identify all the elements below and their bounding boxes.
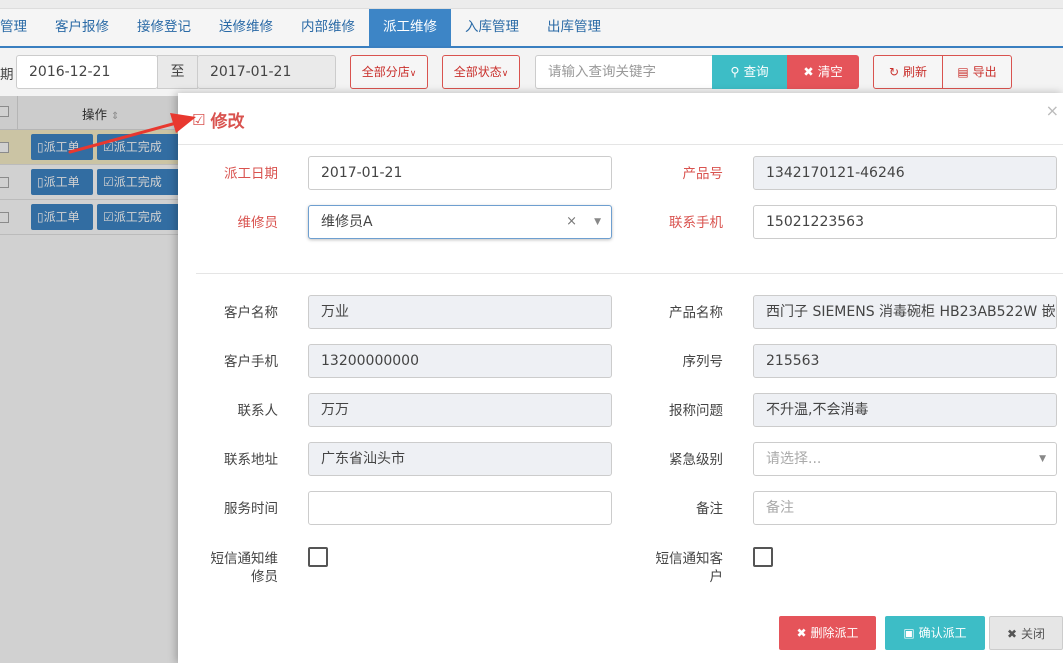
tab-management[interactable]: 管理 <box>0 9 41 46</box>
sms-technician-checkbox[interactable] <box>308 547 328 567</box>
serial-no-field: 215563 <box>753 344 1057 378</box>
branch-select[interactable]: 全部分店∨ <box>350 55 428 89</box>
sms-technician-label-line1: 短信通知维 <box>210 551 279 567</box>
close-icon: ✖ <box>796 626 807 640</box>
chevron-down-icon: ∨ <box>409 69 417 79</box>
tab-repair-registration[interactable]: 接修登记 <box>123 9 205 46</box>
dispatch-date-label: 派工日期 <box>224 166 278 182</box>
dispatch-date-input[interactable]: 2017-01-21 <box>308 156 612 190</box>
address-label: 联系地址 <box>224 452 278 468</box>
urgency-label: 紧急级别 <box>669 452 723 468</box>
close-modal-label: 关闭 <box>1020 627 1045 641</box>
start-date-input[interactable]: 2016-12-21 <box>16 55 158 89</box>
refresh-button[interactable]: ↻ 刷新 <box>873 55 943 89</box>
modal-backdrop[interactable] <box>0 96 180 663</box>
edit-dispatch-modal: ☑ 修改 × 派工日期 2017-01-21 产品号 1342170121-46… <box>178 93 1063 663</box>
customer-name-field: 万业 <box>308 295 612 329</box>
tab-send-repair[interactable]: 送修维修 <box>205 9 287 46</box>
contact-person-field: 万万 <box>308 393 612 427</box>
remarks-label: 备注 <box>696 501 723 517</box>
query-button[interactable]: ⚲ 查询 <box>712 55 787 89</box>
sms-customer-label-line1: 短信通知客 <box>655 551 724 567</box>
tab-dispatch-repair[interactable]: 派工维修 <box>369 9 451 46</box>
dropdown-arrow-icon[interactable]: ▼ <box>594 206 601 238</box>
tab-inbound[interactable]: 入库管理 <box>451 9 533 46</box>
export-label: 导出 <box>972 65 997 79</box>
chevron-down-icon: ∨ <box>501 69 509 79</box>
close-icon: ✖ <box>803 64 814 79</box>
urgency-placeholder: 请选择... <box>766 451 822 467</box>
dropdown-arrow-icon: ▼ <box>1039 454 1046 464</box>
customer-phone-label: 客户手机 <box>224 354 278 370</box>
main-nav-tabs: 管理 客户报修 接修登记 送修维修 内部维修 派工维修 入库管理 出库管理 <box>0 9 1063 48</box>
close-icon[interactable]: × <box>1046 101 1059 120</box>
clear-button[interactable]: ✖ 清空 <box>787 55 859 89</box>
address-field: 广东省汕头市 <box>308 442 612 476</box>
tab-customer-repair[interactable]: 客户报修 <box>41 9 123 46</box>
refresh-label: 刷新 <box>902 65 927 79</box>
export-icon: ▤ <box>957 65 969 79</box>
status-select-label: 全部状态 <box>453 65 502 79</box>
product-no-field: 1342170121-46246 <box>753 156 1057 190</box>
export-button[interactable]: ▤ 导出 <box>942 55 1012 89</box>
modal-title: ☑ 修改 <box>192 107 245 133</box>
end-date-input[interactable]: 2017-01-21 <box>197 55 336 89</box>
contact-phone-input[interactable]: 15021223563 <box>753 205 1057 239</box>
product-name-label: 产品名称 <box>669 305 723 321</box>
delete-dispatch-label: 删除派工 <box>810 626 859 640</box>
sms-technician-label-line2: 修员 <box>251 569 278 585</box>
clear-selection-icon[interactable]: × <box>566 206 577 238</box>
branch-select-label: 全部分店 <box>361 65 410 79</box>
contact-person-label: 联系人 <box>237 403 279 419</box>
search-icon: ⚲ <box>730 64 740 79</box>
status-select[interactable]: 全部状态∨ <box>442 55 520 89</box>
customer-name-label: 客户名称 <box>224 305 278 321</box>
sms-customer-label-line2: 户 <box>709 569 724 585</box>
sms-customer-label: 短信通知客 户 <box>623 550 724 586</box>
close-icon: ✖ <box>1007 627 1018 641</box>
serial-no-label: 序列号 <box>682 354 724 370</box>
confirm-dispatch-button[interactable]: ▣ 确认派工 <box>885 616 985 650</box>
delete-dispatch-button[interactable]: ✖ 删除派工 <box>779 616 876 650</box>
refresh-icon: ↻ <box>889 65 900 79</box>
service-time-input[interactable] <box>308 491 612 525</box>
product-no-label: 产品号 <box>682 166 724 182</box>
confirm-dispatch-label: 确认派工 <box>918 626 967 640</box>
tab-internal-repair[interactable]: 内部维修 <box>287 9 369 46</box>
remarks-input[interactable]: 备注 <box>753 491 1057 525</box>
tab-outbound[interactable]: 出库管理 <box>533 9 615 46</box>
technician-label: 维修员 <box>237 215 279 231</box>
filter-bar: 期 2016-12-21 至 2017-01-21 全部分店∨ 全部状态∨ 请输… <box>0 48 1063 96</box>
technician-value: 维修员A <box>321 214 373 230</box>
section-divider <box>196 273 1063 274</box>
date-to-label: 至 <box>157 55 198 89</box>
modal-header: ☑ 修改 × <box>178 93 1063 145</box>
top-strip <box>0 0 1063 9</box>
sms-technician-label: 短信通知维 修员 <box>178 550 279 586</box>
product-name-field: 西门子 SIEMENS 消毒碗柜 HB23AB522W 嵌 <box>753 295 1057 329</box>
search-input[interactable]: 请输入查询关键字 <box>535 55 715 89</box>
sms-customer-checkbox[interactable] <box>753 547 773 567</box>
reported-issue-field: 不升温,不会消毒 <box>753 393 1057 427</box>
service-time-label: 服务时间 <box>224 501 278 517</box>
date-label: 期 <box>0 67 14 83</box>
query-label: 查询 <box>743 64 769 79</box>
clear-label: 清空 <box>817 64 843 79</box>
reported-issue-label: 报称问题 <box>669 403 723 419</box>
technician-select[interactable]: 维修员A × ▼ <box>308 205 612 239</box>
close-modal-button[interactable]: ✖ 关闭 <box>989 616 1063 650</box>
contact-phone-label: 联系手机 <box>669 215 723 231</box>
urgency-select[interactable]: 请选择... ▼ <box>753 442 1057 476</box>
calendar-check-icon: ▣ <box>903 626 915 640</box>
edit-check-icon: ☑ <box>192 110 206 129</box>
modal-title-text: 修改 <box>210 112 245 132</box>
customer-phone-field: 13200000000 <box>308 344 612 378</box>
